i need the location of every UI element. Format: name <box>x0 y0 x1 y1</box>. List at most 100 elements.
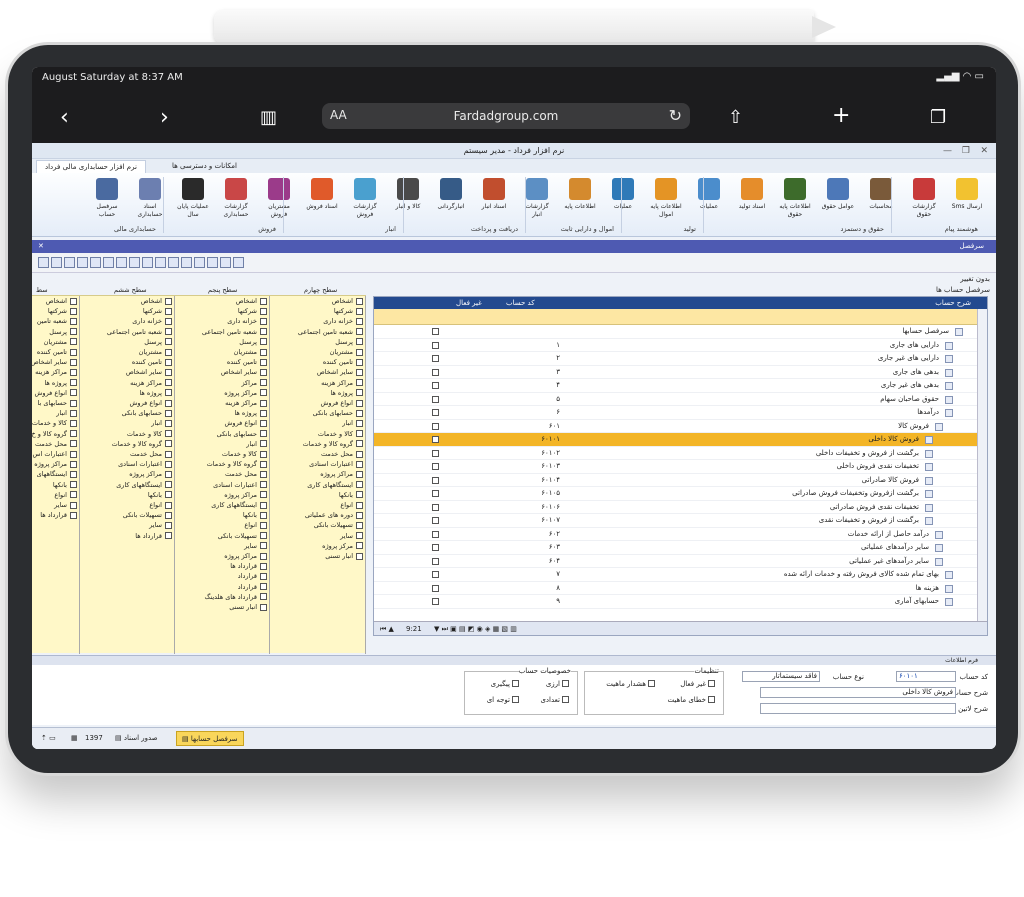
filter-item[interactable]: مراکز هزینه <box>80 378 174 388</box>
tree-node-icon[interactable] <box>925 503 933 512</box>
filter-item[interactable]: تسهیلات بانکی <box>80 510 174 520</box>
filter-checkbox[interactable] <box>260 542 267 550</box>
tree-node-icon[interactable] <box>945 355 953 363</box>
filter-item[interactable]: پروژه ها <box>175 408 269 418</box>
filter-checkbox[interactable] <box>260 491 267 499</box>
filter-item[interactable]: انواع فروش <box>80 398 174 408</box>
filter-item[interactable]: مراکز پروژه <box>270 469 365 479</box>
filter-checkbox[interactable] <box>165 338 172 346</box>
filter-item[interactable]: محل خدمت <box>175 469 269 479</box>
toolbar-tool-icon[interactable] <box>142 257 153 268</box>
ribbon-button-13[interactable]: کالا و انبار <box>391 178 425 211</box>
filter-item[interactable]: مراکز هزینه <box>270 378 365 388</box>
tree-row[interactable]: ۹ حسابهای آماری <box>374 595 987 609</box>
ribbon-button-8[interactable]: عملیات <box>606 178 640 211</box>
filter-item[interactable]: قرارداد های هلدینگ <box>175 592 269 602</box>
filter-checkbox[interactable] <box>260 552 267 560</box>
filter-checkbox[interactable] <box>356 297 363 305</box>
filter-item[interactable]: مشتریان <box>32 337 79 347</box>
filter-item[interactable]: سایر <box>80 520 174 530</box>
filter-checkbox[interactable] <box>165 450 172 458</box>
tree-row[interactable]: ۶۰۴ سایر درآمدهای غیر عملیاتی <box>374 555 987 568</box>
filter-item[interactable]: اشخاص <box>32 296 79 306</box>
quantity-checkbox[interactable] <box>562 696 569 703</box>
filter-checkbox[interactable] <box>70 348 77 356</box>
filter-item[interactable]: شرکتها <box>270 306 365 316</box>
filter-item[interactable]: قرارداد ها <box>32 510 79 520</box>
tree-row[interactable]: ۶۰۱۰۴ فروش کالا صادراتی <box>374 474 987 487</box>
ribbon-button-6[interactable]: عملیات <box>692 178 726 211</box>
filter-checkbox[interactable] <box>260 348 267 356</box>
filter-item[interactable]: خزانه داری <box>175 316 269 326</box>
filter-item[interactable]: گروه کالا و خدمات <box>270 439 365 449</box>
filter-checkbox[interactable] <box>165 358 172 366</box>
filter-checkbox[interactable] <box>260 338 267 346</box>
filter-checkbox[interactable] <box>260 603 267 611</box>
filter-item[interactable]: انواع <box>32 490 79 500</box>
filter-checkbox[interactable] <box>260 450 267 458</box>
filter-item[interactable]: انبار <box>32 408 79 418</box>
follow-check[interactable]: پیگیری <box>491 680 519 688</box>
filter-checkbox[interactable] <box>260 511 267 519</box>
filter-checkbox[interactable] <box>70 430 77 438</box>
filter-item[interactable]: ایستگاههای کاری <box>80 480 174 490</box>
filter-item[interactable]: کالا و خدمات <box>80 429 174 439</box>
filter-checkbox[interactable] <box>260 297 267 305</box>
filter-checkbox[interactable] <box>165 511 172 519</box>
filter-item[interactable]: اشخاص <box>270 296 365 306</box>
tree-node-icon[interactable] <box>945 584 953 593</box>
ribbon-button-16[interactable]: مشتریان فروش <box>262 178 296 219</box>
filter-item[interactable]: مشتریان <box>175 347 269 357</box>
filter-item[interactable]: قرارداد <box>175 571 269 581</box>
tree-node-icon[interactable] <box>935 530 943 539</box>
filter-checkbox[interactable] <box>356 358 363 366</box>
inactive-checkbox[interactable] <box>432 368 439 376</box>
filter-item[interactable]: قرارداد ها <box>175 561 269 571</box>
filter-item[interactable]: بانکها <box>80 490 174 500</box>
inactive-checkbox[interactable] <box>432 382 439 389</box>
filter-checkbox[interactable] <box>260 420 267 428</box>
new-tab-icon[interactable]: + <box>832 103 850 128</box>
tree-node-icon[interactable] <box>945 368 953 377</box>
filter-checkbox[interactable] <box>165 430 172 438</box>
tree-node-icon[interactable] <box>935 557 943 566</box>
filter-checkbox[interactable] <box>260 460 267 468</box>
filter-item[interactable]: ایستگاههای کاری <box>270 480 365 490</box>
address-bar[interactable]: AA Fardadgroup.com ↻ <box>322 103 690 129</box>
ribbon-button-4[interactable]: اطلاعات پایه حقوق <box>778 178 812 219</box>
tree-row[interactable]: ۸ هزینه ها <box>374 582 987 595</box>
filter-item[interactable]: محل خدمت <box>80 449 174 459</box>
filter-item[interactable]: گروه کالا و خ <box>32 429 79 439</box>
tree-node-icon[interactable] <box>935 544 943 552</box>
filter-item[interactable]: مشتریان <box>80 347 174 357</box>
ribbon-button-17[interactable]: گزارشات حسابداری <box>219 178 253 219</box>
filter-item[interactable]: انبار <box>80 418 174 428</box>
tree-node-icon[interactable] <box>945 395 953 404</box>
filter-checkbox[interactable] <box>70 307 77 315</box>
inactive-checkbox[interactable] <box>432 328 439 335</box>
footer-tools[interactable]: ▼ ⏭ ▣ ▤ ◩ ◉ ◈ ▦ ▧ ▥ <box>434 622 517 636</box>
filter-item[interactable]: محل خدمت <box>32 439 79 449</box>
filter-checkbox[interactable] <box>260 328 267 336</box>
inactive-checkbox[interactable] <box>432 503 439 511</box>
filter-checkbox[interactable] <box>70 501 77 509</box>
inactive-checkbox[interactable] <box>432 530 439 538</box>
filter-checkbox[interactable] <box>356 542 363 550</box>
ribbon-button-20[interactable]: سرفصل حساب <box>90 178 124 219</box>
filter-checkbox[interactable] <box>356 491 363 499</box>
filter-item[interactable]: اعتبارات اسنادی <box>80 459 174 469</box>
filter-item[interactable]: تامین کننده <box>175 357 269 367</box>
filter-item[interactable]: انواع <box>80 500 174 510</box>
tree-row[interactable]: ۶۰۱۰۲ برگشت از فروش و تخفیفات داخلی <box>374 447 987 460</box>
filter-checkbox[interactable] <box>356 481 363 489</box>
filter-item[interactable]: شرکتها <box>32 306 79 316</box>
filter-item[interactable]: اعتبارات اسنادی <box>175 480 269 490</box>
tree-row[interactable]: ۱ دارایی های جاری <box>374 339 987 352</box>
filter-checkbox[interactable] <box>356 409 363 417</box>
filter-item[interactable]: بانکها <box>175 510 269 520</box>
filter-item[interactable]: انواع فروش <box>175 418 269 428</box>
filter-checkbox[interactable] <box>356 440 363 448</box>
attention-checkbox[interactable] <box>512 696 519 703</box>
filter-item[interactable]: شعبه تامین اجتماعی <box>270 327 365 337</box>
filter-checkbox[interactable] <box>260 389 267 397</box>
